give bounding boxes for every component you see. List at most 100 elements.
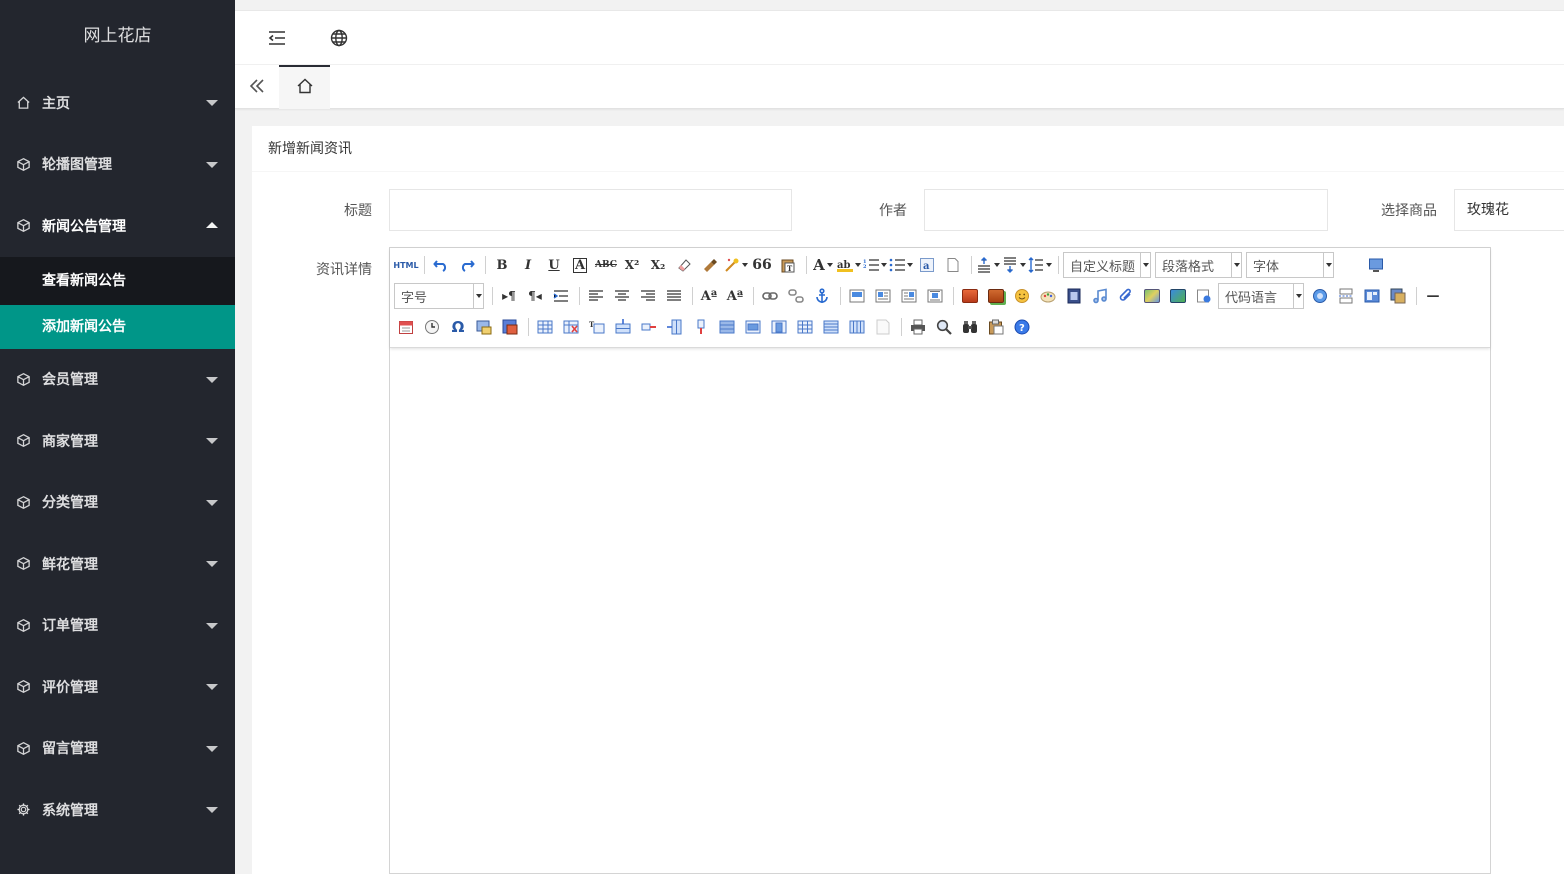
- sidebar-subitem-view-news[interactable]: 查看新闻公告: [0, 257, 235, 305]
- background-color-icon[interactable]: ab: [837, 253, 861, 277]
- gmap-icon[interactable]: [1166, 284, 1190, 308]
- merge-down-icon[interactable]: [767, 315, 791, 339]
- tab-home[interactable]: [279, 65, 330, 109]
- product-select[interactable]: 玫瑰花: [1454, 189, 1564, 231]
- align-left-icon[interactable]: [584, 284, 608, 308]
- insert-image-icon[interactable]: [958, 284, 982, 308]
- fullscreen-icon[interactable]: [1364, 253, 1388, 277]
- merge-right-icon[interactable]: [741, 315, 765, 339]
- row-spacing-bottom-icon[interactable]: [1002, 253, 1026, 277]
- preview-icon[interactable]: [932, 315, 956, 339]
- insert-paragraph-before-table-icon[interactable]: T: [585, 315, 609, 339]
- merge-cells-icon[interactable]: [715, 315, 739, 339]
- chart-icon[interactable]: [871, 315, 895, 339]
- unordered-list-icon[interactable]: [889, 253, 913, 277]
- sidebar-item-news[interactable]: 新闻公告管理: [0, 195, 235, 257]
- auto-typeset-icon[interactable]: [724, 253, 748, 277]
- italic-button[interactable]: I: [516, 253, 540, 277]
- delete-table-icon[interactable]: [559, 315, 583, 339]
- link-icon[interactable]: [758, 284, 782, 308]
- insert-video-icon[interactable]: [1062, 284, 1086, 308]
- paste-plain-icon[interactable]: T: [776, 253, 800, 277]
- superscript-icon[interactable]: X²: [620, 253, 644, 277]
- format-painter-icon[interactable]: [698, 253, 722, 277]
- clear-doc-icon[interactable]: [941, 253, 965, 277]
- anchor-icon[interactable]: [810, 284, 834, 308]
- web-app-icon[interactable]: [1308, 284, 1332, 308]
- image-right-icon[interactable]: [897, 284, 921, 308]
- editor-content-area[interactable]: [390, 348, 1490, 873]
- rich-text-editor[interactable]: HTML B I U A ABC X² X₂ 66 T A ab 1 2 a 自…: [389, 247, 1491, 874]
- sidebar-item-merchants[interactable]: 商家管理: [0, 410, 235, 472]
- snapscreen-icon[interactable]: [472, 315, 496, 339]
- font-size-select[interactable]: 字号: [394, 283, 484, 309]
- attachment-icon[interactable]: [1114, 284, 1138, 308]
- indent-icon[interactable]: [267, 28, 287, 48]
- title-input[interactable]: [389, 189, 792, 231]
- sidebar-item-categories[interactable]: 分类管理: [0, 472, 235, 534]
- align-right-icon[interactable]: [636, 284, 660, 308]
- sidebar-item-messages[interactable]: 留言管理: [0, 718, 235, 780]
- scrawl-icon[interactable]: [1036, 284, 1060, 308]
- multi-image-icon[interactable]: [984, 284, 1008, 308]
- sidebar-item-carousel[interactable]: 轮播图管理: [0, 134, 235, 196]
- sidebar-item-reviews[interactable]: 评价管理: [0, 656, 235, 718]
- author-input[interactable]: [924, 189, 1328, 231]
- redo-button[interactable]: [455, 253, 479, 277]
- word-image-icon[interactable]: [498, 315, 522, 339]
- sidebar-subitem-add-news[interactable]: 添加新闻公告: [0, 304, 235, 349]
- row-spacing-top-icon[interactable]: [976, 253, 1000, 277]
- draft-icon[interactable]: [984, 315, 1008, 339]
- print-icon[interactable]: [906, 315, 930, 339]
- blockquote-icon[interactable]: 66: [750, 253, 774, 277]
- insert-table-icon[interactable]: [533, 315, 557, 339]
- unlink-icon[interactable]: [784, 284, 808, 308]
- strikethrough-icon[interactable]: ABC: [594, 253, 618, 277]
- undo-button[interactable]: [429, 253, 453, 277]
- sidebar-item-home[interactable]: 主页: [0, 72, 235, 134]
- bold-button[interactable]: B: [490, 253, 514, 277]
- insert-frame-icon[interactable]: [1192, 284, 1216, 308]
- special-char-icon[interactable]: Ω: [446, 315, 470, 339]
- image-center-icon[interactable]: [923, 284, 947, 308]
- split-rows-icon[interactable]: [819, 315, 843, 339]
- font-border-button[interactable]: A: [568, 253, 592, 277]
- rtl-direction-icon[interactable]: ¶◂: [523, 284, 547, 308]
- time-icon[interactable]: [420, 315, 444, 339]
- date-icon[interactable]: [394, 315, 418, 339]
- sidebar-item-members[interactable]: 会员管理: [0, 349, 235, 411]
- background-icon[interactable]: [1386, 284, 1410, 308]
- template-icon[interactable]: [1360, 284, 1384, 308]
- lowercase-icon[interactable]: Aª: [723, 284, 747, 308]
- sidebar-item-orders[interactable]: 订单管理: [0, 595, 235, 657]
- search-replace-icon[interactable]: [958, 315, 982, 339]
- custom-heading-select[interactable]: 自定义标题: [1063, 252, 1151, 278]
- html-source-button[interactable]: HTML: [393, 253, 418, 277]
- split-cols-icon[interactable]: [845, 315, 869, 339]
- delete-col-icon[interactable]: [689, 315, 713, 339]
- line-height-icon[interactable]: [1028, 253, 1052, 277]
- insert-row-icon[interactable]: [611, 315, 635, 339]
- align-center-icon[interactable]: [610, 284, 634, 308]
- help-icon[interactable]: ?: [1010, 315, 1034, 339]
- ordered-list-icon[interactable]: 12: [863, 253, 887, 277]
- emoticon-icon[interactable]: [1010, 284, 1034, 308]
- sidebar-item-system[interactable]: 系统管理: [0, 779, 235, 841]
- insert-col-icon[interactable]: [663, 315, 687, 339]
- pagebreak-icon[interactable]: [1334, 284, 1358, 308]
- globe-icon[interactable]: [329, 28, 349, 48]
- image-left-icon[interactable]: [871, 284, 895, 308]
- eraser-icon[interactable]: [672, 253, 696, 277]
- music-icon[interactable]: [1088, 284, 1112, 308]
- map-icon[interactable]: [1140, 284, 1164, 308]
- subscript-icon[interactable]: X₂: [646, 253, 670, 277]
- code-language-select[interactable]: 代码语言: [1218, 283, 1304, 309]
- select-all-icon[interactable]: a: [915, 253, 939, 277]
- horizontal-rule-icon[interactable]: —: [1421, 284, 1445, 308]
- double-chevron-left-icon[interactable]: [247, 76, 267, 101]
- indent-text-icon[interactable]: [549, 284, 573, 308]
- ltr-direction-icon[interactable]: ▸¶: [497, 284, 521, 308]
- split-cells-icon[interactable]: [793, 315, 817, 339]
- sidebar-item-flowers[interactable]: 鲜花管理: [0, 533, 235, 595]
- image-none-icon[interactable]: [845, 284, 869, 308]
